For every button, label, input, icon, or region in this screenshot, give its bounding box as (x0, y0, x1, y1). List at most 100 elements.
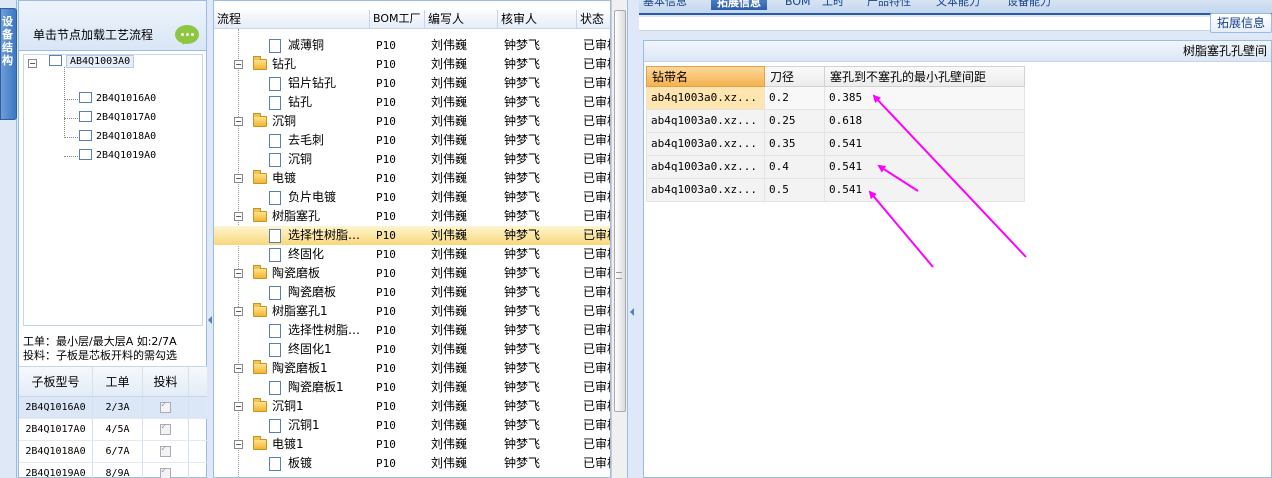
reviewer: 钟梦飞 (504, 95, 541, 109)
col-tool-diameter[interactable]: 刀径 (765, 66, 825, 87)
expand-toggle-icon[interactable]: − (234, 174, 243, 183)
reviewer: 钟梦飞 (504, 190, 541, 204)
document-icon (269, 77, 281, 91)
col-sub-board-model[interactable]: 子板型号 (19, 367, 93, 396)
process-row[interactable]: 陶瓷磨板1 P10 刘伟巍 钟梦飞 已审核 (214, 378, 610, 397)
tab-6[interactable]: 设备能力 (1007, 0, 1051, 9)
tree-collapse-icon[interactable]: − (28, 59, 37, 68)
col-drill-name[interactable]: 钻带名 (646, 66, 765, 87)
col-reviewer[interactable]: 核审人 (498, 10, 577, 28)
table-row[interactable]: 2B4Q1016A0 2/3A (19, 397, 208, 419)
tree-connector (64, 67, 65, 138)
process-name: 陶瓷磨板 (272, 266, 321, 280)
bom-factory: P10 (376, 362, 396, 375)
status: 已审核 (583, 342, 610, 356)
table-row[interactable]: 2B4Q1017A0 4/5A (19, 419, 208, 441)
product-tree-hint: 单击节点加载工艺流程 (33, 28, 154, 42)
process-name: 树脂塞孔 (272, 209, 321, 223)
tab-5[interactable]: 文本能力 (936, 0, 980, 9)
tree-node-child[interactable]: 2B4Q1018A0 (79, 129, 156, 145)
process-row[interactable]: − 沉铜 P10 刘伟巍 钟梦飞 已审核 (214, 112, 610, 131)
col-process[interactable]: 流程 (214, 10, 370, 28)
sub-board-model: 2B4Q1019A0 (19, 463, 93, 478)
table-row[interactable]: ab4q1003a0.xz... 0.35 0.541 (646, 133, 1025, 156)
tab-0[interactable]: 基本信息 (643, 0, 687, 9)
process-flow-grid: 流程 BOM工厂 编写人 核审人 状态 减薄铜P10刘伟巍钟梦飞已审核−钻孔P1… (213, 0, 611, 478)
tab-device-structure[interactable]: 设备结构 (0, 8, 17, 120)
tree-connector (64, 137, 78, 138)
expand-toggle-icon[interactable]: − (234, 402, 243, 411)
process-row[interactable]: 沉铜1 P10 刘伟巍 钟梦飞 已审核 (214, 416, 610, 435)
tree-node-label: 2B4Q1016A0 (96, 93, 157, 104)
process-row[interactable]: 负片电镀 P10 刘伟巍 钟梦飞 已审核 (214, 188, 610, 207)
tab-1[interactable]: 拓展信息 (711, 0, 767, 10)
tab-4[interactable]: 产品特性 (867, 0, 911, 9)
col-writer[interactable]: 编写人 (425, 10, 498, 28)
process-name: 电镀 (272, 171, 297, 185)
expand-toggle-icon[interactable]: − (234, 212, 243, 221)
process-row[interactable]: 选择性树脂… P10 刘伟巍 钟梦飞 已审核 (214, 226, 610, 245)
process-row[interactable]: 铝片钻孔 P10 刘伟巍 钟梦飞 已审核 (214, 74, 610, 93)
process-grid-scrollbar[interactable] (611, 0, 627, 478)
extended-info-panel: 树脂塞孔孔壁间 钻带名 刀径 塞孔到不塞孔的最小孔壁间距 ab4q1003a0.… (643, 40, 1272, 478)
table-row[interactable]: ab4q1003a0.xz... 0.25 0.618 (646, 110, 1025, 133)
process-name-cell: − 陶瓷磨板 (214, 264, 370, 283)
process-row[interactable]: − 电镀1 P10 刘伟巍 钟梦飞 已审核 (214, 435, 610, 454)
process-row[interactable]: 去毛刺 P10 刘伟巍 钟梦飞 已审核 (214, 131, 610, 150)
tab-3[interactable]: 工时 (822, 0, 844, 9)
process-row[interactable]: − 树脂塞孔1 P10 刘伟巍 钟梦飞 已审核 (214, 302, 610, 321)
tree-node-child[interactable]: 2B4Q1016A0 (79, 91, 156, 107)
process-row[interactable]: − 陶瓷磨板1 P10 刘伟巍 钟梦飞 已审核 (214, 359, 610, 378)
col-work-order[interactable]: 工单 (93, 367, 143, 396)
expand-toggle-icon[interactable]: − (234, 60, 243, 69)
tree-node-child[interactable]: 2B4Q1017A0 (79, 110, 156, 126)
process-row[interactable]: − 电镀 P10 刘伟巍 钟梦飞 已审核 (214, 169, 610, 188)
col-feed[interactable]: 投料 (143, 367, 189, 396)
expand-toggle-icon[interactable]: − (234, 307, 243, 316)
table-row[interactable]: 2B4Q1019A0 8/9A (19, 463, 208, 478)
col-min-wall-spacing[interactable]: 塞孔到不塞孔的最小孔壁间距 (825, 66, 1025, 87)
process-row[interactable]: 钻孔 P10 刘伟巍 钟梦飞 已审核 (214, 93, 610, 112)
process-row[interactable]: 选择性树脂… P10 刘伟巍 钟梦飞 已审核 (214, 321, 610, 340)
feed-checkbox[interactable] (160, 466, 171, 478)
process-row[interactable]: 减薄铜 P10 刘伟巍 钟梦飞 已审核 (214, 36, 610, 55)
status: 已审核 (583, 285, 610, 299)
folder-icon (253, 170, 267, 184)
process-row[interactable]: − 沉铜1 P10 刘伟巍 钟梦飞 已审核 (214, 397, 610, 416)
process-row[interactable]: 陶瓷磨板 P10 刘伟巍 钟梦飞 已审核 (214, 283, 610, 302)
feed-checkbox[interactable] (160, 422, 171, 435)
feed-checkbox[interactable] (160, 400, 171, 413)
tree-node-child[interactable]: 2B4Q1019A0 (79, 148, 156, 164)
table-row[interactable]: ab4q1003a0.xz... 0.5 0.541 (646, 179, 1025, 202)
process-row[interactable]: − 树脂塞孔 P10 刘伟巍 钟梦飞 已审核 (214, 207, 610, 226)
feed-checkbox[interactable] (160, 444, 171, 457)
process-row[interactable]: 沉铜 P10 刘伟巍 钟梦飞 已审核 (214, 150, 610, 169)
table-row[interactable]: 2B4Q1018A0 6/7A (19, 441, 208, 463)
process-row[interactable]: − 钻孔 P10 刘伟巍 钟梦飞 已审核 (214, 55, 610, 74)
table-row[interactable]: ab4q1003a0.xz... 0.2 0.385 (646, 87, 1025, 110)
process-row[interactable]: 终固化 P10 刘伟巍 钟梦飞 已审核 (214, 245, 610, 264)
document-icon (269, 324, 281, 338)
scrollbar-thumb[interactable] (614, 10, 626, 412)
col-status[interactable]: 状态 (577, 10, 610, 28)
document-icon (269, 248, 281, 262)
expand-toggle-icon[interactable]: − (234, 117, 243, 126)
expand-toggle-icon[interactable]: − (234, 440, 243, 449)
document-icon (269, 286, 281, 300)
process-row[interactable]: 板镀 P10 刘伟巍 钟梦飞 已审核 (214, 454, 610, 473)
reviewer: 钟梦飞 (504, 38, 541, 52)
process-row[interactable]: − 陶瓷磨板 P10 刘伟巍 钟梦飞 已审核 (214, 264, 610, 283)
table-row[interactable]: ab4q1003a0.xz... 0.4 0.541 (646, 156, 1025, 179)
document-icon (269, 381, 281, 395)
help-bubble-icon[interactable] (175, 25, 199, 44)
expand-toggle-icon[interactable]: − (234, 364, 243, 373)
process-row[interactable]: 终固化1 P10 刘伟巍 钟梦飞 已审核 (214, 340, 610, 359)
expand-toggle-icon[interactable]: − (234, 269, 243, 278)
extended-info-button[interactable]: 拓展信息 (1210, 13, 1272, 33)
right-splitter[interactable] (627, 0, 639, 478)
col-bom-factory[interactable]: BOM工厂 (370, 10, 425, 28)
tree-node-root[interactable]: AB4Q1003A0 (49, 54, 135, 70)
folder-icon (253, 265, 267, 279)
drill-name: ab4q1003a0.xz... (646, 133, 765, 156)
tab-2[interactable]: BOM (785, 0, 811, 9)
